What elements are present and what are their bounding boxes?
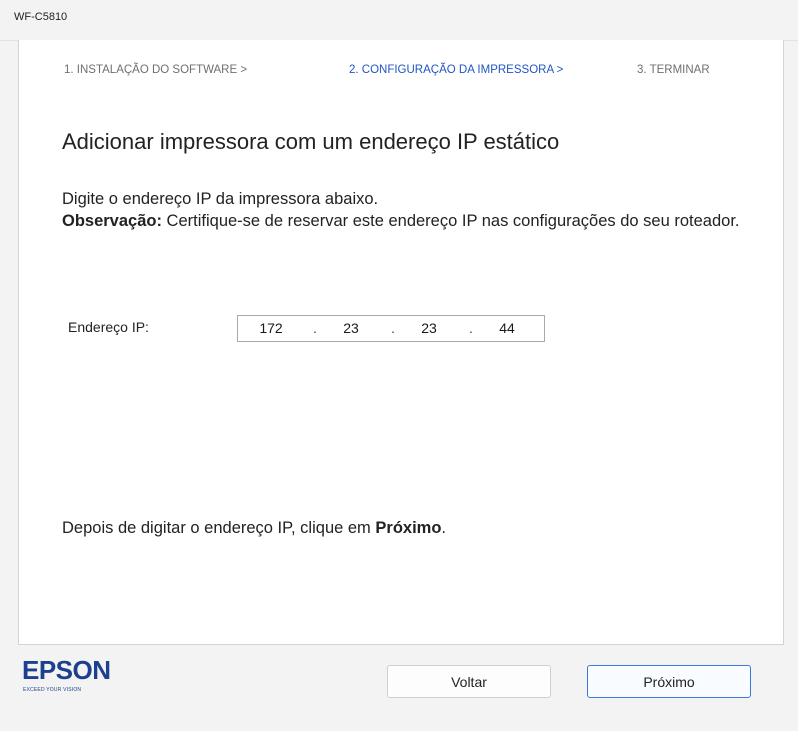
- logo-tagline: EXCEED YOUR VISION: [23, 687, 82, 693]
- next-instruction-suffix: .: [441, 519, 447, 537]
- content-panel: 1. INSTALAÇÃO DO SOFTWARE > 2. CONFIGURA…: [18, 40, 784, 645]
- window-title: WF-C5810: [14, 11, 68, 23]
- next-instruction-bold: Próximo: [375, 519, 442, 537]
- ip-octet-2[interactable]: 23: [331, 320, 371, 336]
- note-text-block: Observação: Certifique-se de reservar es…: [62, 210, 752, 232]
- installer-window: WF-C5810 1. INSTALAÇÃO DO SOFTWARE > 2. …: [0, 0, 798, 731]
- next-instruction-prefix: Depois de digitar o endereço IP, clique …: [62, 519, 376, 537]
- epson-logo: EPSON EXCEED YOUR VISION: [22, 655, 132, 695]
- ip-octet-1[interactable]: 172: [251, 320, 291, 336]
- instruction-text: Digite o endereço IP da impressora abaix…: [62, 190, 379, 208]
- instructions: Digite o endereço IP da impressora abaix…: [62, 188, 752, 232]
- ip-address-field[interactable]: 172 . 23 . 23 . 44: [237, 315, 545, 342]
- note-label: Observação:: [62, 212, 162, 230]
- step-printer-configuration: 2. CONFIGURAÇÃO DA IMPRESSORA >: [349, 64, 564, 76]
- logo-wordmark: EPSON: [22, 655, 111, 685]
- ip-octet-4[interactable]: 44: [487, 320, 527, 336]
- page-title: Adicionar impressora com um endereço IP …: [62, 129, 560, 154]
- next-instruction: Depois de digitar o endereço IP, clique …: [62, 519, 446, 538]
- step-software-installation: 1. INSTALAÇÃO DO SOFTWARE >: [64, 64, 248, 76]
- step-finish: 3. TERMINAR: [637, 64, 710, 76]
- ip-separator: .: [391, 320, 395, 336]
- back-button[interactable]: Voltar: [387, 665, 551, 698]
- title-bar: WF-C5810: [0, 0, 798, 41]
- ip-octet-3[interactable]: 23: [409, 320, 449, 336]
- ip-address-label: Endereço IP:: [68, 319, 149, 335]
- next-button[interactable]: Próximo: [587, 665, 751, 698]
- note-text: Certifique-se de reservar este endereço …: [161, 212, 740, 230]
- footer-bar: EPSON EXCEED YOUR VISION Voltar Próximo: [0, 645, 798, 731]
- ip-separator: .: [469, 320, 473, 336]
- ip-separator: .: [313, 320, 317, 336]
